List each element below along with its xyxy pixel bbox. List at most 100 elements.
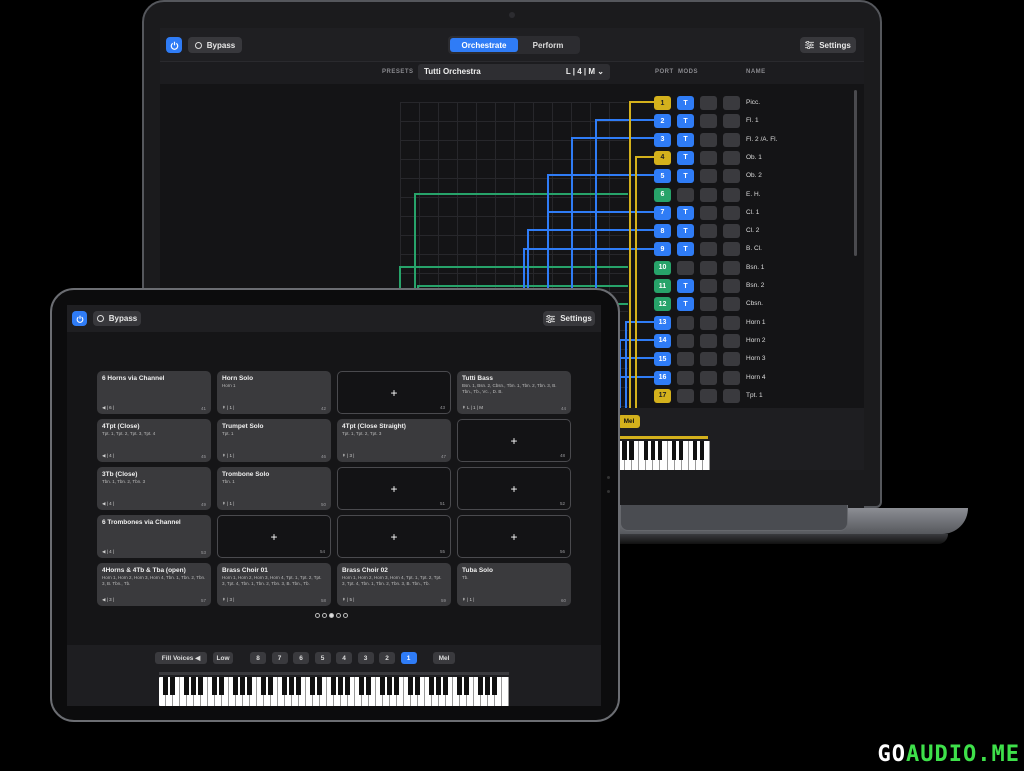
empty-preset-slot[interactable]: +48 (457, 419, 571, 462)
voice-count-button[interactable]: 4 (336, 652, 352, 664)
mod-slot[interactable] (700, 315, 717, 330)
mod-slot[interactable] (723, 388, 740, 403)
preset-card[interactable]: 4Horns & 4Tb & Tba (open) Horn 1, Horn 2,… (97, 563, 211, 606)
port-badge[interactable]: 2 (654, 114, 671, 129)
empty-preset-slot[interactable]: +43 (337, 371, 451, 414)
mod-transpose-toggle[interactable]: T (677, 279, 694, 293)
tablet-mel-button[interactable]: Mel (433, 652, 455, 664)
port-badge[interactable]: 1 (654, 96, 671, 110)
mod-transpose-toggle[interactable]: T (677, 242, 694, 257)
white-key[interactable] (222, 677, 229, 706)
mod-transpose-toggle[interactable]: T (677, 205, 694, 220)
voice-count-button[interactable]: 8 (250, 652, 266, 664)
empty-preset-slot[interactable]: +52 (457, 467, 571, 510)
mod-transpose-toggle[interactable]: T (677, 169, 694, 184)
mod-transpose-toggle[interactable]: T (677, 297, 694, 312)
voice-count-button[interactable]: 6 (293, 652, 309, 664)
page-dot[interactable] (336, 613, 341, 618)
tab-orchestrate[interactable]: Orchestrate (450, 38, 518, 52)
bypass-button[interactable]: Bypass (188, 37, 242, 53)
voice-count-button[interactable]: 2 (379, 652, 395, 664)
preset-card[interactable]: 4Tpt (Close Straight) Tpt. 1, Tpt. 2, Tpt… (337, 419, 451, 462)
mod-transpose-toggle[interactable] (677, 352, 694, 367)
preset-card[interactable]: Brass Choir 02 Horn 1, Horn 2, Horn 3, Ho… (337, 563, 451, 606)
preset-select[interactable]: Tutti Orchestra L | 4 | M ⌄ (418, 64, 610, 80)
mod-slot[interactable] (723, 169, 740, 184)
mod-transpose-toggle[interactable]: T (677, 132, 694, 147)
mod-slot[interactable] (700, 242, 717, 257)
mod-slot[interactable] (700, 150, 717, 165)
port-badge[interactable]: 15 (654, 352, 671, 367)
mod-transpose-toggle[interactable] (677, 260, 694, 275)
preset-card[interactable]: Tutti Bass Bsn. 1, Bsn. 2, Cbsn., Tbn. 1,… (457, 371, 571, 414)
preset-card[interactable]: 3Tb (Close) Tbn. 1, Tbn. 2, Tbn. 3 ◀ | 4 |… (97, 467, 211, 510)
port-badge[interactable]: 12 (654, 297, 671, 312)
mod-slot[interactable] (700, 205, 717, 220)
voice-count-button[interactable]: 5 (314, 652, 331, 664)
page-dot[interactable] (322, 613, 327, 618)
mod-transpose-toggle[interactable]: T (677, 96, 694, 110)
mod-transpose-toggle[interactable]: T (677, 224, 694, 239)
mod-transpose-toggle[interactable] (677, 187, 694, 202)
port-badge[interactable]: 17 (654, 388, 671, 403)
preset-card[interactable]: Brass Choir 01 Horn 1, Horn 2, Horn 3, Ho… (217, 563, 331, 606)
mod-slot[interactable] (723, 96, 740, 110)
voice-count-button[interactable]: 7 (271, 652, 288, 664)
preset-card[interactable]: Horn Solo Horn 1 ↟ | 1 | 42 (217, 371, 331, 414)
white-key[interactable] (703, 441, 710, 471)
mod-slot[interactable] (700, 370, 717, 385)
mod-transpose-toggle[interactable]: T (677, 150, 694, 165)
scrollbar[interactable] (854, 90, 857, 256)
mod-slot[interactable] (723, 370, 740, 385)
preset-card[interactable]: 6 Horns via Channel ◀ | 6 | 41 (97, 371, 211, 414)
voice-count-button[interactable]: 3 (357, 652, 374, 664)
white-key[interactable] (348, 677, 355, 706)
mod-slot[interactable] (700, 114, 717, 129)
tablet-power-button[interactable] (72, 311, 87, 326)
white-key[interactable] (418, 677, 425, 706)
mod-slot[interactable] (700, 297, 717, 312)
white-key[interactable] (320, 677, 327, 706)
white-key[interactable] (467, 677, 474, 706)
mod-transpose-toggle[interactable] (677, 333, 694, 348)
empty-preset-slot[interactable]: +55 (337, 515, 451, 558)
empty-preset-slot[interactable]: +56 (457, 515, 571, 558)
white-key[interactable] (271, 677, 278, 706)
white-key[interactable] (502, 677, 509, 706)
mod-slot[interactable] (700, 388, 717, 403)
mod-transpose-toggle[interactable] (677, 315, 694, 330)
mod-slot[interactable] (723, 333, 740, 348)
mod-transpose-toggle[interactable] (677, 388, 694, 403)
white-key[interactable] (682, 441, 689, 471)
port-badge[interactable]: 14 (654, 333, 671, 348)
mod-slot[interactable] (723, 224, 740, 239)
fill-voices-button[interactable]: Fill Voices ◀ (155, 652, 207, 664)
mod-slot[interactable] (700, 96, 717, 110)
white-key[interactable] (173, 677, 180, 706)
empty-preset-slot[interactable]: +51 (337, 467, 451, 510)
mod-transpose-toggle[interactable]: T (677, 114, 694, 129)
port-badge[interactable]: 13 (654, 315, 671, 330)
port-badge[interactable]: 7 (654, 205, 671, 220)
white-key[interactable] (660, 441, 668, 471)
mod-slot[interactable] (723, 297, 740, 312)
mod-slot[interactable] (723, 150, 740, 165)
mod-slot[interactable] (723, 315, 740, 330)
white-key[interactable] (632, 441, 640, 471)
port-badge[interactable]: 6 (654, 187, 671, 202)
mod-slot[interactable] (700, 187, 717, 202)
mod-slot[interactable] (700, 169, 717, 184)
empty-preset-slot[interactable]: +54 (217, 515, 331, 558)
port-badge[interactable]: 9 (654, 242, 671, 257)
mod-slot[interactable] (723, 205, 740, 220)
mod-slot[interactable] (723, 132, 740, 147)
mod-slot[interactable] (723, 114, 740, 129)
white-key[interactable] (397, 677, 404, 706)
port-badge[interactable]: 16 (654, 370, 671, 385)
voice-count-button[interactable]: 1 (400, 652, 417, 664)
mod-slot[interactable] (723, 187, 740, 202)
port-badge[interactable]: 11 (654, 279, 671, 293)
mel-button[interactable]: Mel (618, 415, 640, 428)
page-dot[interactable] (315, 613, 320, 618)
preset-card[interactable]: Trombone Solo Tbn. 1 ↟ | 1 | 50 (217, 467, 331, 510)
